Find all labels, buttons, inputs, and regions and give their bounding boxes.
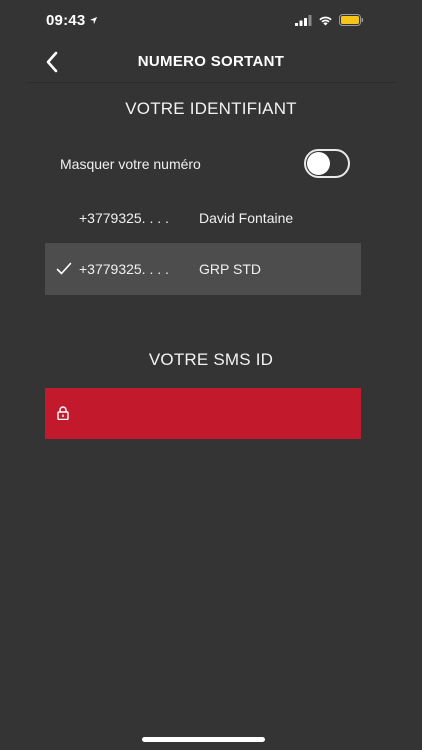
wifi-icon: [319, 16, 332, 25]
status-time: 09:43: [46, 12, 98, 29]
identifier-row-grp-std[interactable]: +3779325. . . . GRP STD: [45, 243, 361, 295]
lock-icon: [57, 406, 69, 420]
checkmark-icon: [56, 262, 72, 275]
sms-section-title: VOTRE SMS ID: [148, 350, 274, 369]
identifier-name: David Fontaine: [199, 210, 294, 226]
identifier-number: +3779325. . . .: [79, 210, 169, 226]
home-indicator[interactable]: [142, 737, 265, 742]
mask-number-row: Masquer votre numéro: [60, 148, 350, 180]
status-bar: 09:43: [0, 0, 422, 44]
mask-number-toggle[interactable]: [304, 149, 350, 178]
identifier-name: GRP STD: [199, 261, 261, 277]
identifiant-section-title: VOTRE IDENTIFIANT: [125, 99, 297, 118]
mask-number-label: Masquer votre numéro: [60, 156, 201, 172]
sms-id-field[interactable]: [45, 388, 361, 439]
nav-divider: [26, 82, 396, 83]
identifier-row-david-fontaine[interactable]: +3779325. . . . David Fontaine: [45, 192, 361, 244]
status-icons: [295, 14, 364, 26]
battery-icon: [339, 14, 364, 26]
toggle-knob: [307, 152, 330, 175]
status-time-text: 09:43: [46, 12, 86, 29]
signal-icon: [295, 14, 312, 26]
identifier-number: +3779325. . . .: [79, 261, 169, 277]
page-title: NUMERO SORTANT: [137, 53, 285, 70]
location-arrow-icon: [90, 16, 98, 25]
nav-bar: NUMERO SORTANT: [0, 44, 422, 80]
